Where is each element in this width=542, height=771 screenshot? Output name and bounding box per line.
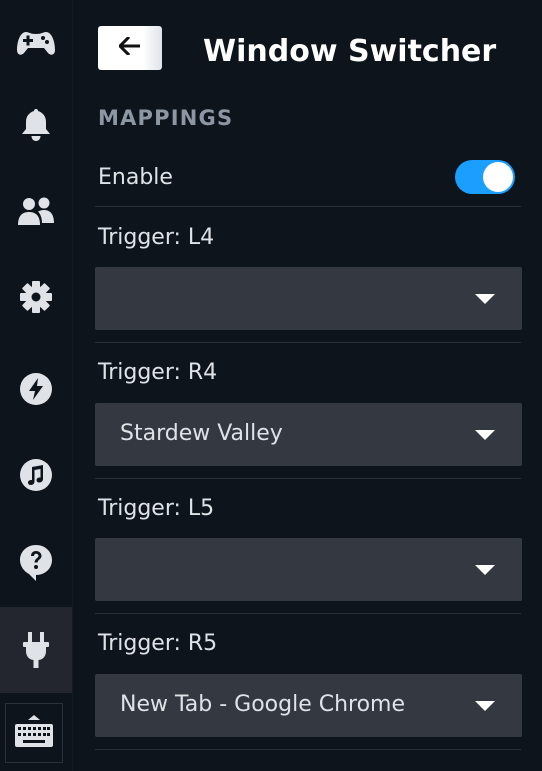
bell-icon xyxy=(21,108,51,142)
sidebar-item-notifications[interactable] xyxy=(0,82,72,168)
enable-toggle[interactable] xyxy=(455,160,515,194)
trigger-r4-label: Trigger: R4 xyxy=(98,360,218,385)
sidebar-item-music[interactable] xyxy=(0,432,72,518)
sidebar xyxy=(0,0,72,771)
trigger-l5-label: Trigger: L5 xyxy=(98,496,215,521)
gear-icon xyxy=(19,280,53,314)
dropdown-value: Stardew Valley xyxy=(120,421,283,446)
keyboard-button[interactable] xyxy=(5,703,63,763)
sidebar-item-plugins[interactable] xyxy=(0,607,72,693)
trigger-r5-dropdown[interactable]: New Tab - Google Chrome xyxy=(95,674,522,737)
plug-icon xyxy=(21,631,51,669)
caret-down-icon xyxy=(475,294,495,304)
sidebar-item-settings[interactable] xyxy=(0,254,72,340)
keyboard-icon xyxy=(14,714,54,752)
caret-down-icon xyxy=(475,565,495,575)
main-panel: Window Switcher MAPPINGS Enable Trigger:… xyxy=(73,0,542,771)
trigger-l4-label: Trigger: L4 xyxy=(98,225,215,250)
divider xyxy=(95,478,521,479)
music-icon xyxy=(19,458,53,492)
section-label-mappings: MAPPINGS xyxy=(98,106,234,130)
sidebar-item-help[interactable] xyxy=(0,520,72,606)
caret-down-icon xyxy=(475,701,495,711)
back-button[interactable] xyxy=(98,26,162,70)
caret-down-icon xyxy=(475,430,495,440)
arrow-left-icon xyxy=(117,35,141,59)
divider xyxy=(95,613,521,614)
sidebar-item-friends[interactable] xyxy=(0,168,72,254)
sidebar-item-controller[interactable] xyxy=(0,0,72,86)
sidebar-item-performance[interactable] xyxy=(0,346,72,432)
divider xyxy=(95,206,521,207)
divider xyxy=(95,342,521,343)
app-root: Window Switcher MAPPINGS Enable Trigger:… xyxy=(0,0,542,771)
lightning-icon xyxy=(19,372,53,406)
trigger-l5-dropdown[interactable] xyxy=(95,538,522,601)
trigger-r4-dropdown[interactable]: Stardew Valley xyxy=(95,403,522,466)
dropdown-value: New Tab - Google Chrome xyxy=(120,692,406,717)
trigger-r5-label: Trigger: R5 xyxy=(98,631,218,656)
enable-label: Enable xyxy=(98,165,173,190)
trigger-l4-dropdown[interactable] xyxy=(95,267,522,330)
gamepad-icon xyxy=(16,28,56,58)
page-title: Window Switcher xyxy=(203,34,497,69)
toggle-knob xyxy=(483,162,513,192)
friends-icon xyxy=(18,196,54,226)
help-icon xyxy=(19,544,53,582)
divider xyxy=(95,749,521,750)
